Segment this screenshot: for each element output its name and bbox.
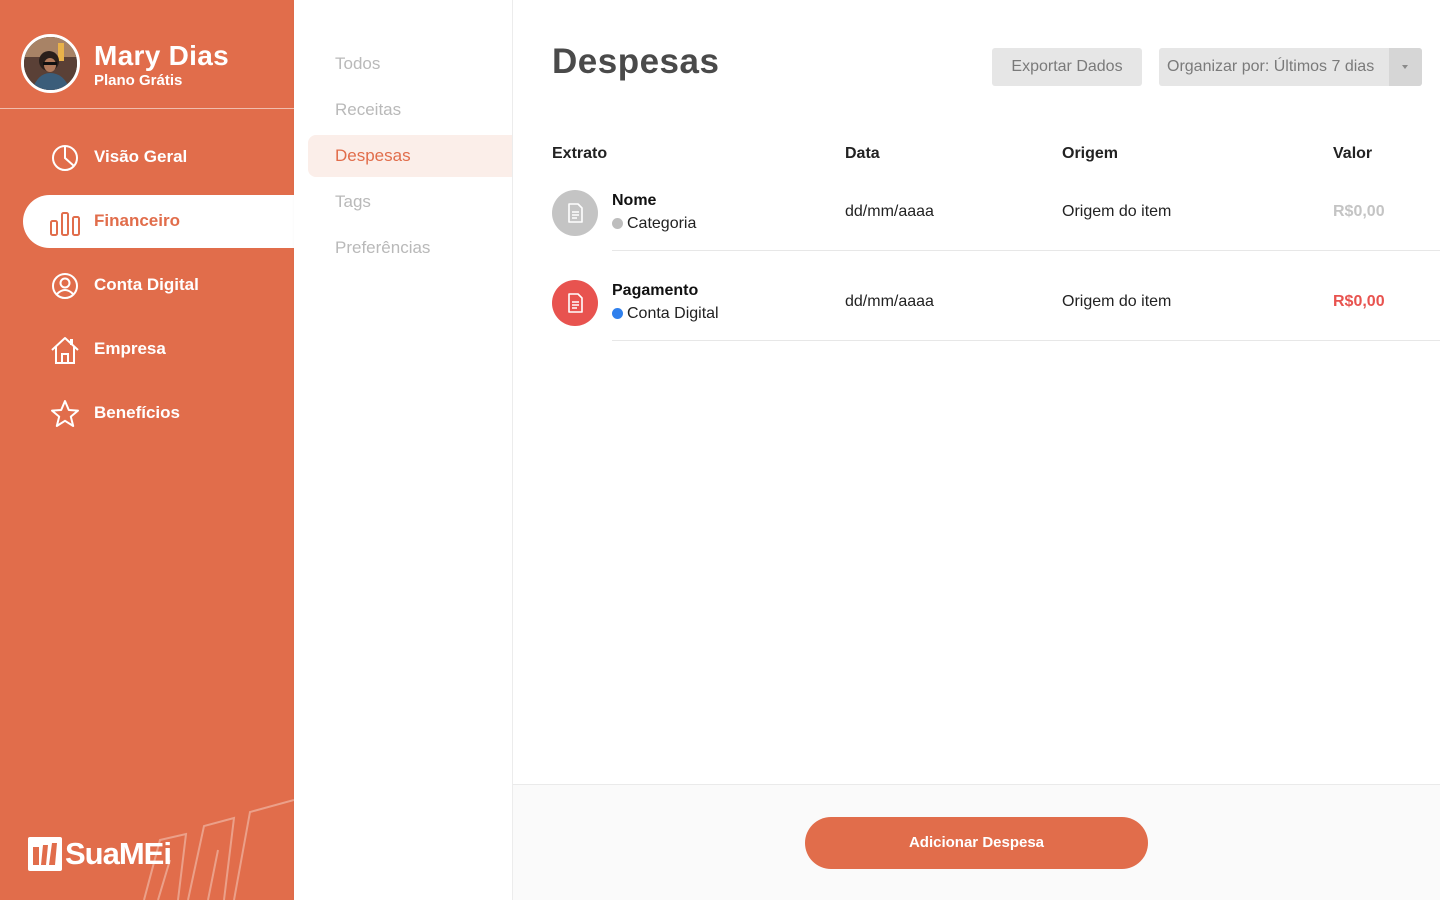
subnav-label: Receitas: [335, 100, 402, 119]
footer-bar: Adicionar Despesa: [513, 784, 1440, 900]
sort-select[interactable]: Organizar por: Últimos 7 dias: [1159, 48, 1422, 86]
row-origin: Origem do item: [1062, 293, 1172, 310]
user-profile: Mary Dias Plano Grátis: [0, 0, 294, 109]
suamei-logo-icon: [28, 837, 62, 871]
sidebar: Mary Dias Plano Grátis Visão Geral Finan…: [0, 0, 294, 900]
subnav-label: Despesas: [335, 146, 411, 165]
brand-name: SuaMEi: [65, 836, 172, 871]
table-row[interactable]: Nome Categoria dd/mm/aaaa Origem do item…: [513, 180, 1440, 270]
column-header-origem: Origem: [1062, 145, 1119, 162]
subnav-label: Preferências: [335, 238, 431, 257]
star-icon: [51, 400, 79, 427]
document-icon: [568, 203, 583, 223]
category-dot: [612, 218, 623, 229]
avatar-photo: [24, 37, 77, 90]
tab-despesas[interactable]: Despesas: [308, 135, 512, 177]
sub-navigation: Todos Receitas Despesas Tags Preferência…: [294, 0, 512, 900]
sort-select-value: Organizar por: Últimos 7 dias: [1167, 58, 1375, 75]
table-row[interactable]: Pagamento Conta Digital dd/mm/aaaa Orige…: [513, 270, 1440, 360]
sidebar-item-conta-digital[interactable]: Conta Digital: [23, 259, 294, 312]
row-category-label: Categoria: [627, 215, 697, 232]
row-name: Pagamento: [612, 282, 699, 299]
tab-preferencias[interactable]: Preferências: [308, 227, 512, 269]
sidebar-item-label: Conta Digital: [94, 275, 199, 294]
subnav-label: Tags: [335, 192, 371, 211]
house-icon: [51, 337, 79, 364]
row-divider: [612, 250, 1440, 251]
row-category: Conta Digital: [612, 305, 719, 323]
row-origin: Origem do item: [1062, 203, 1172, 220]
main-content: Despesas Exportar Dados Organizar por: Ú…: [512, 0, 1440, 900]
sidebar-item-beneficios[interactable]: Benefícios: [23, 387, 294, 440]
tab-tags[interactable]: Tags: [308, 181, 512, 223]
column-header-data: Data: [845, 145, 880, 162]
row-divider: [612, 340, 1440, 341]
tab-receitas[interactable]: Receitas: [308, 89, 512, 131]
add-expense-button[interactable]: Adicionar Despesa: [805, 817, 1148, 869]
row-name: Nome: [612, 192, 657, 209]
sidebar-item-visao-geral[interactable]: Visão Geral: [23, 131, 294, 184]
row-value: R$0,00: [1333, 293, 1385, 310]
row-icon-circle: [552, 280, 598, 326]
avatar[interactable]: [21, 34, 80, 93]
row-value: R$0,00: [1333, 203, 1385, 220]
bar-chart-icon: [50, 212, 80, 236]
category-dot: [612, 308, 623, 319]
row-icon-circle: [552, 190, 598, 236]
sidebar-item-label: Benefícios: [94, 403, 180, 422]
sidebar-item-financeiro[interactable]: Financeiro: [23, 195, 294, 248]
pie-chart-icon: [52, 145, 78, 171]
column-header-extrato: Extrato: [552, 145, 608, 162]
user-circle-icon: [52, 273, 78, 299]
chevron-down-icon[interactable]: [1389, 48, 1422, 86]
user-plan: Plano Grátis: [94, 72, 183, 89]
row-category: Categoria: [612, 215, 696, 233]
row-date: dd/mm/aaaa: [845, 203, 934, 220]
document-icon: [568, 293, 583, 313]
sidebar-item-label: Visão Geral: [94, 147, 188, 166]
row-date: dd/mm/aaaa: [845, 293, 934, 310]
subnav-label: Todos: [335, 54, 381, 73]
user-name: Mary Dias: [94, 40, 229, 71]
column-header-valor: Valor: [1333, 145, 1373, 162]
tab-todos[interactable]: Todos: [308, 43, 512, 85]
sidebar-item-label: Financeiro: [94, 211, 180, 230]
export-button[interactable]: Exportar Dados: [992, 48, 1142, 86]
row-category-label: Conta Digital: [627, 305, 719, 322]
sidebar-item-empresa[interactable]: Empresa: [23, 323, 294, 376]
sidebar-item-label: Empresa: [94, 339, 166, 358]
page-title: Despesas: [552, 42, 720, 81]
